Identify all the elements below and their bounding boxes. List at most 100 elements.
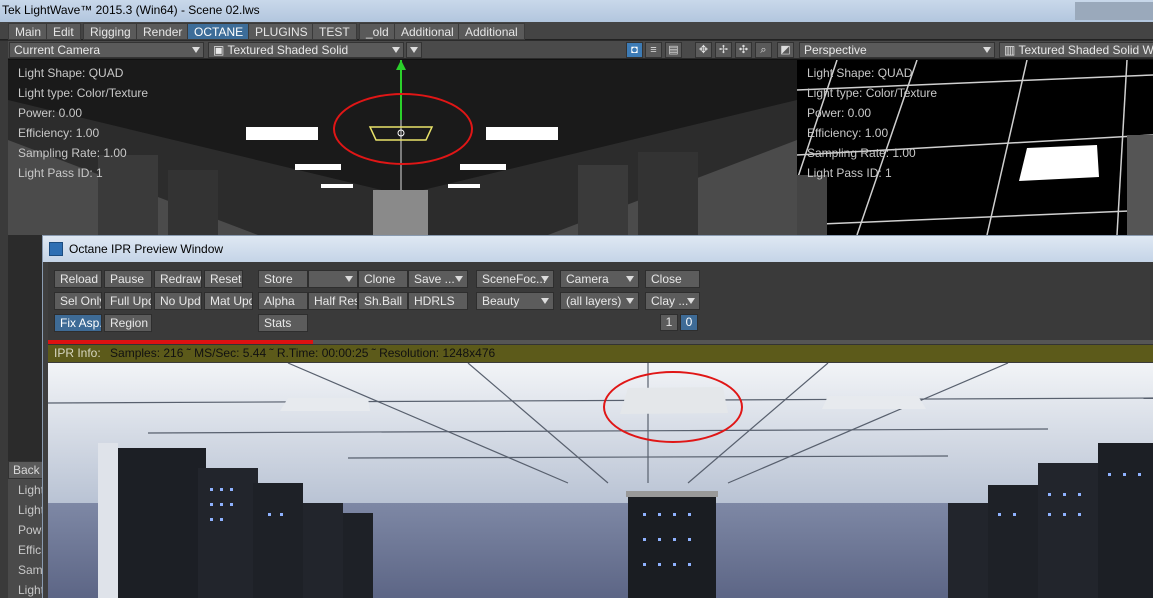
viewport-right[interactable]: Perspective ▥ Textured Shaded Solid Wire… [797,41,1153,235]
fix-aspect-toggle[interactable]: Fix Asp. [54,314,102,332]
render-time-value: R.Time: 00:00:25 [276,346,369,360]
menu-tab-bar: Main Edit Rigging Render OCTANE PLUGINS … [0,22,1153,40]
light-power: Power: 0.00 [18,106,83,120]
reset-button[interactable]: Reset [204,270,243,288]
tab-octane[interactable]: OCTANE [187,23,251,40]
stats-button[interactable]: Stats [258,314,308,332]
left-toolbar-strip [0,41,8,598]
clay-select[interactable]: Clay ... [645,292,700,310]
resolution-value: Resolution: 1248x476 [379,346,496,360]
chevron-down-icon [410,47,418,53]
camera-select-ipr-label: Camera [566,272,609,286]
zoom-icon[interactable]: ⌕ [755,42,772,58]
light-shape: Light Shape: QUAD [18,66,124,80]
shading-select[interactable]: ▣ Textured Shaded Solid [208,42,404,58]
page-0-button[interactable]: 0 [680,314,698,331]
clay-select-label: Clay ... [651,294,689,308]
chevron-down-icon [983,47,991,53]
server-room-render [48,363,1153,598]
shading-select-right[interactable]: ▥ Textured Shaded Solid Wirefr [999,42,1153,58]
reload-button[interactable]: Reload [54,270,102,288]
tab-edit[interactable]: Edit [46,23,81,40]
viewport-left[interactable]: Current Camera ▣ Textured Shaded Solid ◘… [8,41,797,235]
list-icon[interactable]: ≡ [645,42,662,58]
chevron-down-icon [687,298,695,304]
tab-old[interactable]: _old [359,23,396,40]
layers-select[interactable]: (all layers) [560,292,639,310]
ceiling-light [295,164,341,170]
sel-only-button[interactable]: Sel Only [54,292,102,310]
lock-icon[interactable]: ▤ [665,42,682,58]
material-update-button[interactable]: Mat Upd [204,292,253,310]
viewport-options-dropdown[interactable] [406,42,422,58]
tab-additional-1[interactable]: Additional [394,23,461,40]
light-pass-id: Light Pass ID: 1 [807,166,892,180]
chevron-down-icon [392,47,400,53]
store-slot-select[interactable] [308,270,358,288]
camera-select-ipr[interactable]: Camera [560,270,639,288]
light-type-partial: Light [18,503,45,517]
ceiling-light [460,164,506,170]
tab-plugins[interactable]: PLUGINS [248,23,315,40]
camera-view-icon[interactable]: ◘ [626,42,643,58]
hdrls-button[interactable]: HDRLS [408,292,468,310]
light-info-overlay-right: Light Shape: QUAD Light type: Color/Text… [807,63,937,183]
tab-rigging[interactable]: Rigging [83,23,138,40]
maximize-icon[interactable]: ◩ [777,42,794,58]
shading-select-label: Textured Shaded Solid [227,43,349,57]
light-pass-partial: Light [18,583,45,597]
camera-select-label: Current Camera [14,43,101,57]
efficiency-partial: Effici [18,543,44,557]
region-button[interactable]: Region [104,314,152,332]
tab-main[interactable]: Main [8,23,49,40]
layers-select-label: (all layers) [566,294,622,308]
scene-focus-select[interactable]: SceneFoc... [476,270,554,288]
app-title-bar: Tek LightWave™ 2015.3 (Win64) - Scene 02… [0,0,1153,22]
tab-additional-2[interactable]: Additional [458,23,525,40]
light-power: Power: 0.00 [807,106,872,120]
close-button[interactable]: Close [645,270,700,288]
no-update-button[interactable]: No Upd. [154,292,202,310]
chevron-down-icon [345,276,353,282]
shading-icon: ▣ [213,43,228,57]
alpha-button[interactable]: Alpha [258,292,308,310]
move-icon[interactable]: ✥ [695,42,712,58]
ceiling-light [246,127,318,140]
ms-sec-value: MS/Sec: 5.44 [194,346,267,360]
store-button[interactable]: Store [258,270,308,288]
save-select[interactable]: Save ... [408,270,468,288]
render-pass-label: Beauty [482,294,520,308]
shading-icon: ▥ [1004,43,1019,57]
clone-button[interactable]: Clone [358,270,408,288]
half-res-button[interactable]: Half Res [308,292,358,310]
light-pass-id: Light Pass ID: 1 [18,166,103,180]
shader-ball-button[interactable]: Sh.Ball [358,292,408,310]
ipr-info-bar: IPR Info: Samples: 216 ˜ MS/Sec: 5.44 ˜ … [48,344,1153,362]
ipr-title-bar[interactable]: Octane IPR Preview Window [43,236,1153,262]
redraw-button[interactable]: Redraw [154,270,202,288]
ipr-render-preview[interactable] [48,363,1153,598]
save-select-label: Save ... [414,272,455,286]
scene-focus-label: SceneFoc... [482,272,547,286]
samples-value: Samples: 216 [110,346,184,360]
pan-icon[interactable]: ✣ [735,42,752,58]
app-title: Tek LightWave™ 2015.3 (Win64) - Scene 02… [2,3,260,17]
octane-ipr-window[interactable]: Octane IPR Preview Window Reload Pause R… [42,235,1153,598]
page-1-button[interactable]: 1 [660,314,678,331]
viewport-left-header: Current Camera ▣ Textured Shaded Solid ◘… [8,41,797,59]
tab-render[interactable]: Render [136,23,190,40]
light-sampling-rate: Sampling Rate: 1.00 [18,146,127,160]
pause-button[interactable]: Pause [104,270,152,288]
camera-select[interactable]: Current Camera [9,42,204,58]
tab-test[interactable]: TEST [312,23,357,40]
rotate-icon[interactable]: ✢ [715,42,732,58]
ceiling-light [486,127,558,140]
highlight-ring [603,371,743,443]
light-efficiency: Efficiency: 1.00 [18,126,100,140]
octane-logo-icon [49,242,63,256]
chevron-down-icon [541,298,549,304]
full-update-button[interactable]: Full Upd. [104,292,152,310]
chevron-down-icon [541,276,549,282]
render-pass-select[interactable]: Beauty [476,292,554,310]
perspective-select[interactable]: Perspective [799,42,995,58]
